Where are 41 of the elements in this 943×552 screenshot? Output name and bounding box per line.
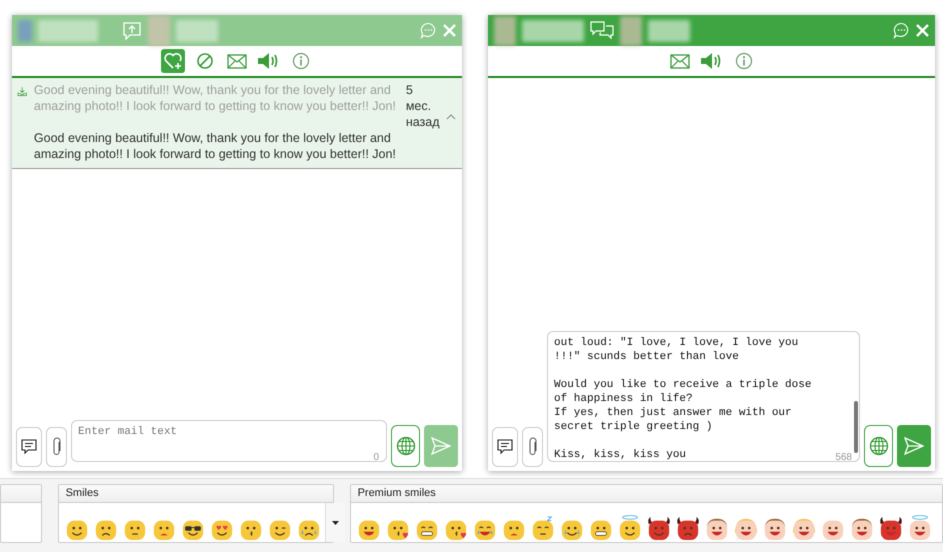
devil-icon[interactable] xyxy=(676,515,700,542)
heart-plus-button[interactable] xyxy=(161,49,185,73)
blurred-name xyxy=(38,20,98,42)
panel-title: Smiles xyxy=(66,487,99,499)
message-item[interactable] xyxy=(12,78,462,169)
speech-bubble-icon xyxy=(21,439,37,455)
collapse-caret-icon[interactable] xyxy=(446,114,456,120)
message-preview: Good evening beautiful!! Wow, thank you for the lovely letter and amazing photo!! I look forward to getting to know you better!! Jon! xyxy=(34,82,397,115)
photo-placeholder xyxy=(494,16,516,46)
face-icon[interactable] xyxy=(908,515,932,542)
chat-bubbles-icon[interactable] xyxy=(590,20,614,40)
blurred-name xyxy=(522,20,584,42)
send-icon xyxy=(904,437,924,455)
speech-bubble-icon xyxy=(497,439,513,455)
message-text: Good evening beautiful!! Wow, thank you for the lovely letter and amazing photo!! I look forward to getting to know you better!! Jon! xyxy=(34,130,397,162)
photo-placeholder xyxy=(620,16,642,46)
devil-icon[interactable] xyxy=(878,515,903,542)
caret-icon xyxy=(332,520,339,524)
photo-placeholder xyxy=(148,16,170,46)
paperclip-icon xyxy=(52,437,62,457)
close-icon[interactable] xyxy=(916,24,929,37)
language-button[interactable] xyxy=(864,425,893,467)
message-time: 5 мес. назад xyxy=(406,82,440,130)
template-button[interactable] xyxy=(16,427,42,467)
globe-icon xyxy=(868,436,888,456)
attach-button[interactable] xyxy=(522,427,543,467)
send-icon xyxy=(431,437,451,455)
paperclip-icon xyxy=(528,437,538,457)
language-button[interactable] xyxy=(391,425,420,467)
panel-title: Premium smiles xyxy=(358,487,436,499)
blurred-name xyxy=(648,20,690,42)
template-button[interactable] xyxy=(492,427,518,467)
smiley-icon[interactable] xyxy=(618,515,642,542)
send-button[interactable] xyxy=(897,425,931,467)
scrollbar-thumb[interactable] xyxy=(854,400,858,452)
globe-icon xyxy=(396,436,416,456)
attach-button[interactable] xyxy=(46,427,67,467)
chat-options-icon[interactable] xyxy=(893,22,910,39)
blurred-name xyxy=(176,20,218,42)
blurred-avatar xyxy=(18,20,32,42)
devil-icon[interactable] xyxy=(646,515,671,542)
